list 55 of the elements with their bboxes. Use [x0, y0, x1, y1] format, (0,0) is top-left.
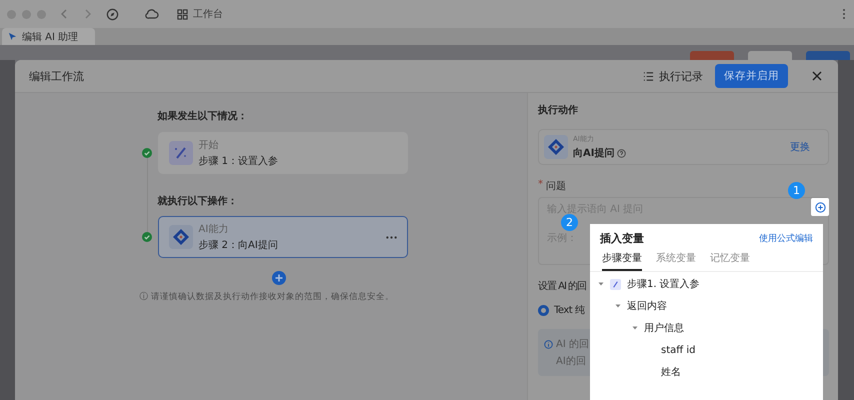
formula-edit-link[interactable]: 使用公式编辑 [759, 232, 813, 245]
step-type: 开始 [198, 139, 220, 152]
wand-icon [168, 141, 192, 165]
variable-tab[interactable]: 记忆变量 [710, 251, 750, 271]
compass-icon[interactable] [106, 8, 119, 20]
cursor-icon [8, 32, 17, 41]
insert-variable-button[interactable] [811, 198, 829, 216]
trigger-heading: 如果发生以下情况： [158, 110, 248, 123]
caret-icon[interactable] [598, 281, 604, 287]
variable-item[interactable]: 返回内容 [627, 299, 667, 313]
section-heading: 设置 AI 的回 [538, 280, 586, 293]
window-close-dot[interactable] [7, 10, 16, 18]
variable-item[interactable]: 用户信息 [644, 321, 684, 335]
variable-tab[interactable]: 步骤变量 [602, 251, 642, 271]
more-icon[interactable] [842, 8, 846, 20]
panel-heading: 执行动作 [538, 104, 579, 117]
info-text: AI 的回 [556, 338, 589, 351]
step-card[interactable]: AI能力 步骤 2：向AI提问 [158, 216, 408, 258]
required-mark: * [538, 179, 543, 192]
history-button[interactable]: 执行记录 [643, 68, 703, 84]
caret-icon[interactable] [615, 303, 621, 309]
field-label: 问题 [546, 180, 566, 193]
ai-ring-icon [168, 225, 192, 249]
list-icon [643, 70, 654, 82]
browser-tab[interactable]: 编辑 AI 助理 [2, 28, 95, 45]
window-minimize-dot[interactable] [22, 10, 31, 18]
help-icon [617, 148, 626, 158]
security-notice: ⓘ 请谨慎确认数据及执行动作接收对象的范围，确保信息安全。 [140, 291, 396, 303]
step-name: 步骤 2：向AI提问 [198, 238, 278, 252]
dialog-title: 编辑工作流 [29, 68, 84, 84]
radio-button[interactable] [538, 304, 549, 316]
grid-icon [177, 8, 188, 20]
save-enable-button[interactable]: 保存并启用 [715, 64, 788, 88]
add-step-icon[interactable] [272, 271, 286, 285]
variable-item[interactable]: staff id [661, 344, 696, 356]
step-card[interactable]: 开始 步骤 1：设置入参 [158, 132, 408, 174]
variable-tab[interactable]: 系统变量 [656, 251, 696, 271]
caret-icon[interactable] [632, 325, 638, 331]
cloud-icon[interactable] [145, 7, 159, 21]
more-icon[interactable] [386, 236, 396, 238]
ability-name: 向AI提问 [573, 146, 614, 160]
info-text: AI的回 [556, 355, 586, 368]
step-name: 步骤 1：设置入参 [198, 154, 278, 168]
step-type: AI能力 [198, 222, 230, 236]
variable-item[interactable]: 步骤1. 设置入参 [627, 277, 700, 291]
variable-item[interactable]: 姓名 [661, 365, 681, 379]
radio-label: Text 纯 [554, 304, 584, 317]
popup-title: 插入变量 [600, 231, 644, 246]
action-heading: 就执行以下操作： [158, 194, 238, 208]
close-icon[interactable] [812, 71, 822, 81]
info-icon [544, 340, 553, 348]
plus-icon [814, 202, 826, 212]
workspace-button[interactable]: 工作台 [177, 7, 223, 21]
ai-ring-icon [544, 135, 568, 159]
window-zoom-dot[interactable] [37, 10, 46, 18]
